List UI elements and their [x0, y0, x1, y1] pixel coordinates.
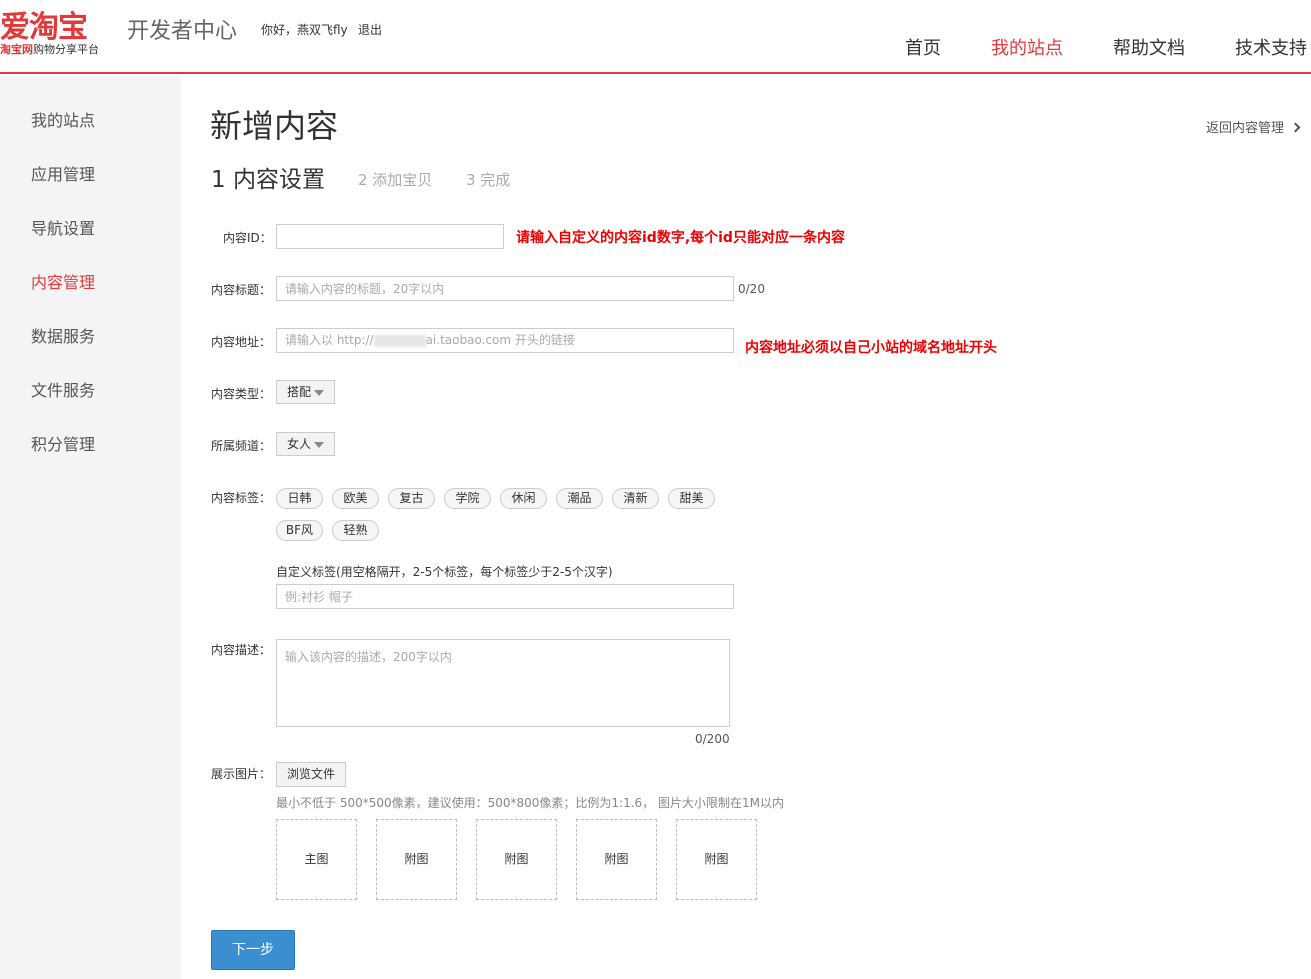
- title-char-count: 0/20: [738, 282, 765, 296]
- description-char-count: 0/200: [695, 732, 730, 746]
- content-id-input[interactable]: [276, 224, 504, 249]
- sidebar-item-content-management[interactable]: 内容管理: [31, 269, 95, 293]
- tag-chip[interactable]: 轻熟: [332, 520, 379, 541]
- tag-chip[interactable]: 日韩: [276, 488, 323, 509]
- step-content-settings: 1 内容设置: [211, 167, 325, 193]
- caret-down-icon: [314, 389, 325, 396]
- back-link-label: 返回内容管理: [1206, 121, 1285, 136]
- tag-chip[interactable]: 休闲: [500, 488, 547, 509]
- nav-help-docs[interactable]: 帮助文档: [1113, 34, 1185, 60]
- tag-chip[interactable]: 复古: [388, 488, 435, 509]
- tag-chip[interactable]: BF风: [276, 520, 323, 541]
- next-step-button[interactable]: 下一步: [211, 930, 295, 970]
- image-slot-extra[interactable]: 附图: [676, 819, 757, 900]
- dev-center-title: 开发者中心: [127, 19, 238, 44]
- content-title-label: 内容标题：: [211, 283, 272, 297]
- tag-chip[interactable]: 学院: [444, 488, 491, 509]
- logout-link[interactable]: 退出: [358, 21, 382, 38]
- tag-chip[interactable]: 欧美: [332, 488, 379, 509]
- image-slot-extra[interactable]: 附图: [376, 819, 457, 900]
- caret-down-icon: [314, 441, 325, 448]
- channel-select[interactable]: 女人: [276, 432, 336, 456]
- nav-home[interactable]: 首页: [905, 34, 941, 60]
- sidebar-item-navigation[interactable]: 导航设置: [31, 215, 95, 239]
- blurred-domain: [373, 334, 426, 347]
- image-slot-extra[interactable]: 附图: [576, 819, 657, 900]
- nav-tech-support[interactable]: 技术支持: [1235, 34, 1307, 60]
- image-slot-main[interactable]: 主图: [276, 819, 357, 900]
- description-textarea[interactable]: [276, 639, 730, 727]
- content-type-label: 内容类型：: [211, 387, 272, 401]
- browse-file-button[interactable]: 浏览文件: [276, 762, 346, 787]
- logo-subtitle: 淘宝网购物分享平台: [0, 41, 99, 57]
- content-type-select[interactable]: 搭配: [276, 380, 336, 404]
- sidebar-item-app-management[interactable]: 应用管理: [31, 161, 95, 185]
- tag-chip[interactable]: 甜美: [668, 488, 715, 509]
- content-url-input[interactable]: 请输入以 http:// ai.taobao.com 开头的链接: [276, 328, 734, 353]
- top-header: 爱淘宝 淘宝网购物分享平台 开发者中心 你好，燕双飞fly 退出 首页 我的站点…: [0, 0, 1311, 74]
- nav-my-site[interactable]: 我的站点: [991, 34, 1063, 60]
- channel-value: 女人: [287, 437, 312, 451]
- sidebar-item-file-service[interactable]: 文件服务: [31, 377, 95, 401]
- image-slot-extra[interactable]: 附图: [476, 819, 557, 900]
- user-greeting: 你好，燕双飞fly: [261, 23, 348, 37]
- content-type-value: 搭配: [287, 385, 312, 399]
- logo[interactable]: 爱淘宝: [0, 2, 88, 46]
- tags-label: 内容标签：: [211, 491, 272, 505]
- logo-sub-text: 购物分享平台: [33, 43, 99, 56]
- step-add-items: 2 添加宝贝: [358, 171, 433, 189]
- back-to-content-management[interactable]: 返回内容管理: [1206, 117, 1301, 136]
- logo-sub-brand: 淘宝网: [0, 43, 33, 56]
- content-url-label: 内容地址：: [211, 335, 272, 349]
- chevron-right-icon: [1290, 122, 1301, 133]
- content-id-label: 内容ID：: [223, 231, 272, 245]
- content-id-hint: 请输入自定义的内容id数字,每个id只能对应一条内容: [516, 230, 845, 246]
- url-placeholder-prefix: 请输入以 http://: [285, 333, 374, 347]
- description-label: 内容描述：: [211, 643, 272, 657]
- sidebar-item-data-service[interactable]: 数据服务: [31, 323, 95, 347]
- step-done: 3 完成: [466, 171, 511, 189]
- channel-label: 所属频道：: [211, 439, 272, 453]
- content-title-input[interactable]: [276, 276, 734, 301]
- sidebar-item-points[interactable]: 积分管理: [31, 431, 95, 455]
- content-url-hint: 内容地址必须以自己小站的域名地址开头: [745, 340, 997, 356]
- url-placeholder-suffix: ai.taobao.com 开头的链接: [425, 333, 575, 347]
- sidebar: 我的站点 应用管理 导航设置 内容管理 数据服务 文件服务 积分管理: [0, 76, 181, 979]
- custom-tags-label: 自定义标签(用空格隔开，2-5个标签，每个标签少于2-5个汉字): [276, 565, 613, 579]
- images-label: 展示图片：: [211, 767, 272, 781]
- image-requirements-hint: 最小不低于 500*500像素，建议使用：500*800像素；比例为1:1.6，…: [276, 796, 784, 810]
- custom-tags-input[interactable]: [276, 584, 734, 609]
- sidebar-item-my-site[interactable]: 我的站点: [31, 107, 95, 131]
- page-title: 新增内容: [210, 107, 339, 145]
- tag-chip[interactable]: 清新: [612, 488, 659, 509]
- tag-chip[interactable]: 潮品: [556, 488, 603, 509]
